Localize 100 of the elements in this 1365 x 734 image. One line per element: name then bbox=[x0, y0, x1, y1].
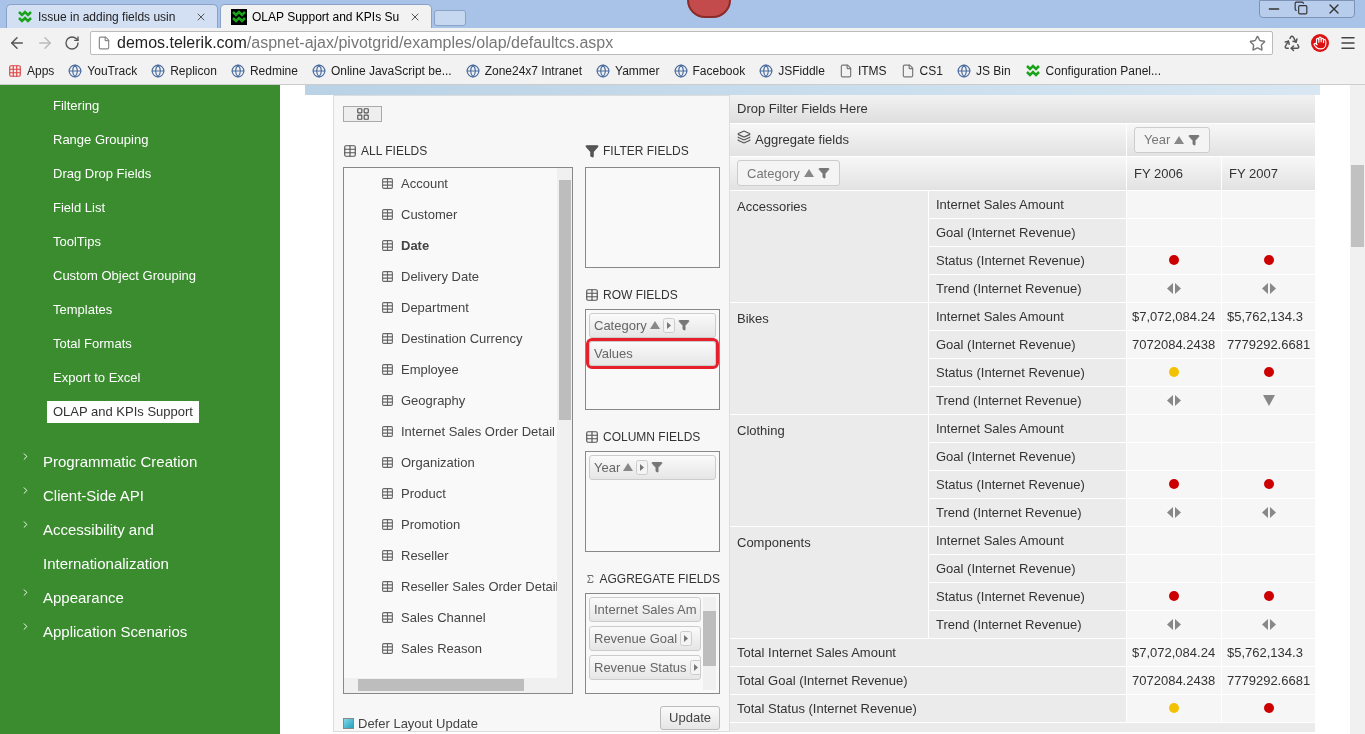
left-right-arrows-icon bbox=[1261, 282, 1276, 294]
table-cell: $5,762,134.3 bbox=[1221, 638, 1315, 667]
bookmark[interactable]: Configuration Panel... bbox=[1024, 62, 1161, 80]
sort-up-icon[interactable] bbox=[1174, 135, 1185, 144]
bookmark[interactable]: Zone24x7 Intranet bbox=[465, 62, 583, 80]
bookmark[interactable]: CS1 bbox=[900, 62, 943, 80]
stop-sign-icon[interactable] bbox=[1311, 34, 1329, 52]
horizontal-scrollbar[interactable] bbox=[344, 677, 572, 693]
dimension-icon bbox=[381, 579, 394, 593]
dimension-icon bbox=[381, 176, 394, 190]
globe-icon bbox=[151, 64, 166, 78]
sort-up-icon[interactable] bbox=[649, 321, 660, 330]
restore-icon[interactable] bbox=[1294, 1, 1308, 15]
scrollbar[interactable] bbox=[557, 167, 572, 678]
bookmark[interactable]: JSFiddle bbox=[759, 62, 825, 80]
field-chip[interactable]: Category bbox=[737, 160, 840, 187]
section-title: ROW FIELDS bbox=[603, 286, 678, 304]
sidebar-link[interactable]: ToolTips bbox=[47, 232, 107, 252]
checkbox[interactable] bbox=[343, 718, 354, 730]
sidebar-link[interactable]: Export to Excel bbox=[47, 368, 147, 388]
field-chip[interactable]: Year bbox=[1134, 126, 1211, 153]
page-scrollbar[interactable] bbox=[1350, 85, 1365, 734]
field-item[interactable]: Destination Currency bbox=[401, 328, 523, 349]
table-cell: 7072084.2438 bbox=[1126, 666, 1221, 695]
layers-icon bbox=[737, 129, 751, 144]
table-cell: 7779292.6681 bbox=[1221, 666, 1315, 695]
bookmark[interactable]: JS Bin bbox=[956, 62, 1011, 80]
menu-icon[interactable] bbox=[1339, 34, 1357, 52]
dimension-icon bbox=[381, 207, 394, 221]
field-item[interactable]: Date bbox=[401, 235, 430, 256]
field-chip[interactable]: Category bbox=[589, 312, 716, 338]
sidebar-link[interactable]: OLAP and KPIs Support bbox=[47, 401, 199, 423]
field-chip[interactable]: Internet Sales Am bbox=[589, 596, 701, 622]
field-chip[interactable]: Revenue Goal bbox=[589, 625, 701, 651]
tab-title: Issue in adding fields usin bbox=[38, 8, 177, 26]
browser-tab[interactable]: OLAP Support and KPIs Su bbox=[220, 4, 432, 28]
sidebar-section-link[interactable]: Appearance bbox=[43, 581, 213, 615]
scrollbar[interactable] bbox=[703, 596, 716, 690]
bookmark[interactable]: Online JavaScript be... bbox=[311, 62, 452, 80]
field-item[interactable]: Product bbox=[401, 483, 446, 504]
field-item[interactable]: Sales Channel bbox=[401, 607, 486, 628]
filter-icon[interactable] bbox=[651, 461, 664, 474]
sidebar-link[interactable]: Drag Drop Fields bbox=[47, 164, 158, 184]
filter-icon[interactable] bbox=[677, 319, 690, 332]
sort-up-icon[interactable] bbox=[623, 463, 634, 472]
field-item[interactable]: Customer bbox=[401, 204, 458, 225]
globe-icon bbox=[673, 64, 688, 78]
sidebar-link[interactable]: Filtering bbox=[47, 96, 106, 116]
field-item[interactable]: Reseller Sales Order Detail bbox=[401, 576, 557, 597]
field-chip[interactable]: Year bbox=[589, 454, 716, 480]
dimension-icon bbox=[381, 517, 394, 531]
field-item[interactable]: Internet Sales Order Detail bbox=[401, 421, 555, 442]
sidebar-section-link[interactable]: Programmatic Creation bbox=[43, 445, 213, 479]
bookmark[interactable]: Facebook bbox=[673, 62, 746, 80]
back-icon[interactable] bbox=[8, 34, 26, 52]
sidebar-link[interactable]: Templates bbox=[47, 300, 119, 320]
filter-icon[interactable] bbox=[817, 167, 830, 180]
field-item[interactable]: Geography bbox=[401, 390, 466, 411]
left-right-arrows-icon bbox=[1167, 506, 1181, 518]
recycle-icon[interactable] bbox=[1283, 34, 1301, 52]
sidebar-link[interactable]: Custom Object Grouping bbox=[47, 266, 203, 286]
sidebar-link[interactable]: Field List bbox=[47, 198, 112, 218]
play-icon[interactable] bbox=[636, 459, 649, 475]
field-item[interactable]: Sales Reason bbox=[401, 638, 482, 659]
star-icon[interactable] bbox=[1249, 34, 1266, 52]
bookmark[interactable]: Redmine bbox=[230, 62, 298, 80]
field-item[interactable]: Employee bbox=[401, 359, 459, 380]
reload-icon[interactable] bbox=[64, 35, 80, 51]
bookmark[interactable]: Replicon bbox=[151, 62, 217, 80]
sidebar-section-link[interactable]: Accessibility and Internationalization bbox=[43, 513, 213, 581]
table-cell: $7,072,084.24 bbox=[1126, 638, 1221, 667]
dimension-icon bbox=[381, 641, 394, 655]
layout-toggle-button[interactable] bbox=[343, 105, 382, 122]
sort-up-icon[interactable] bbox=[803, 169, 814, 178]
filter-icon[interactable] bbox=[1188, 133, 1201, 146]
globe-icon bbox=[465, 64, 480, 78]
bookmark[interactable]: Yammer bbox=[596, 62, 660, 80]
field-item[interactable]: Promotion bbox=[401, 514, 461, 535]
play-icon[interactable] bbox=[662, 317, 675, 333]
field-item[interactable]: Reseller bbox=[401, 545, 449, 566]
field-item[interactable]: Account bbox=[401, 173, 448, 194]
field-chip[interactable]: Values bbox=[589, 340, 716, 366]
sidebar-link[interactable]: Total Formats bbox=[47, 334, 138, 354]
sidebar-section-link[interactable]: Application Scenarios bbox=[43, 615, 213, 649]
checkbox-label: Defer Layout Update bbox=[358, 714, 478, 733]
sidebar-link[interactable]: Range Grouping bbox=[47, 130, 155, 150]
sidebar-section-link[interactable]: Client-Side API bbox=[43, 479, 213, 513]
bookmark[interactable]: Apps bbox=[8, 62, 55, 80]
field-item[interactable]: Delivery Date bbox=[401, 266, 480, 287]
play-icon[interactable] bbox=[680, 630, 693, 646]
address-bar[interactable]: demos.telerik.com/aspnet-ajax/pivotgrid/examples/olap/defaultcs.aspx bbox=[90, 31, 1273, 55]
update-button[interactable]: Update bbox=[660, 705, 720, 730]
field-item[interactable]: Organization bbox=[401, 452, 475, 473]
field-chip[interactable]: Revenue Status bbox=[589, 654, 701, 680]
play-icon[interactable] bbox=[689, 659, 700, 675]
browser-tab[interactable]: Issue in adding fields usin bbox=[6, 4, 218, 28]
bookmark[interactable]: ITMS bbox=[838, 62, 887, 80]
bookmark[interactable]: YouTrack bbox=[68, 62, 138, 80]
field-item[interactable]: Department bbox=[401, 297, 469, 318]
column-fields-icon bbox=[585, 429, 599, 444]
